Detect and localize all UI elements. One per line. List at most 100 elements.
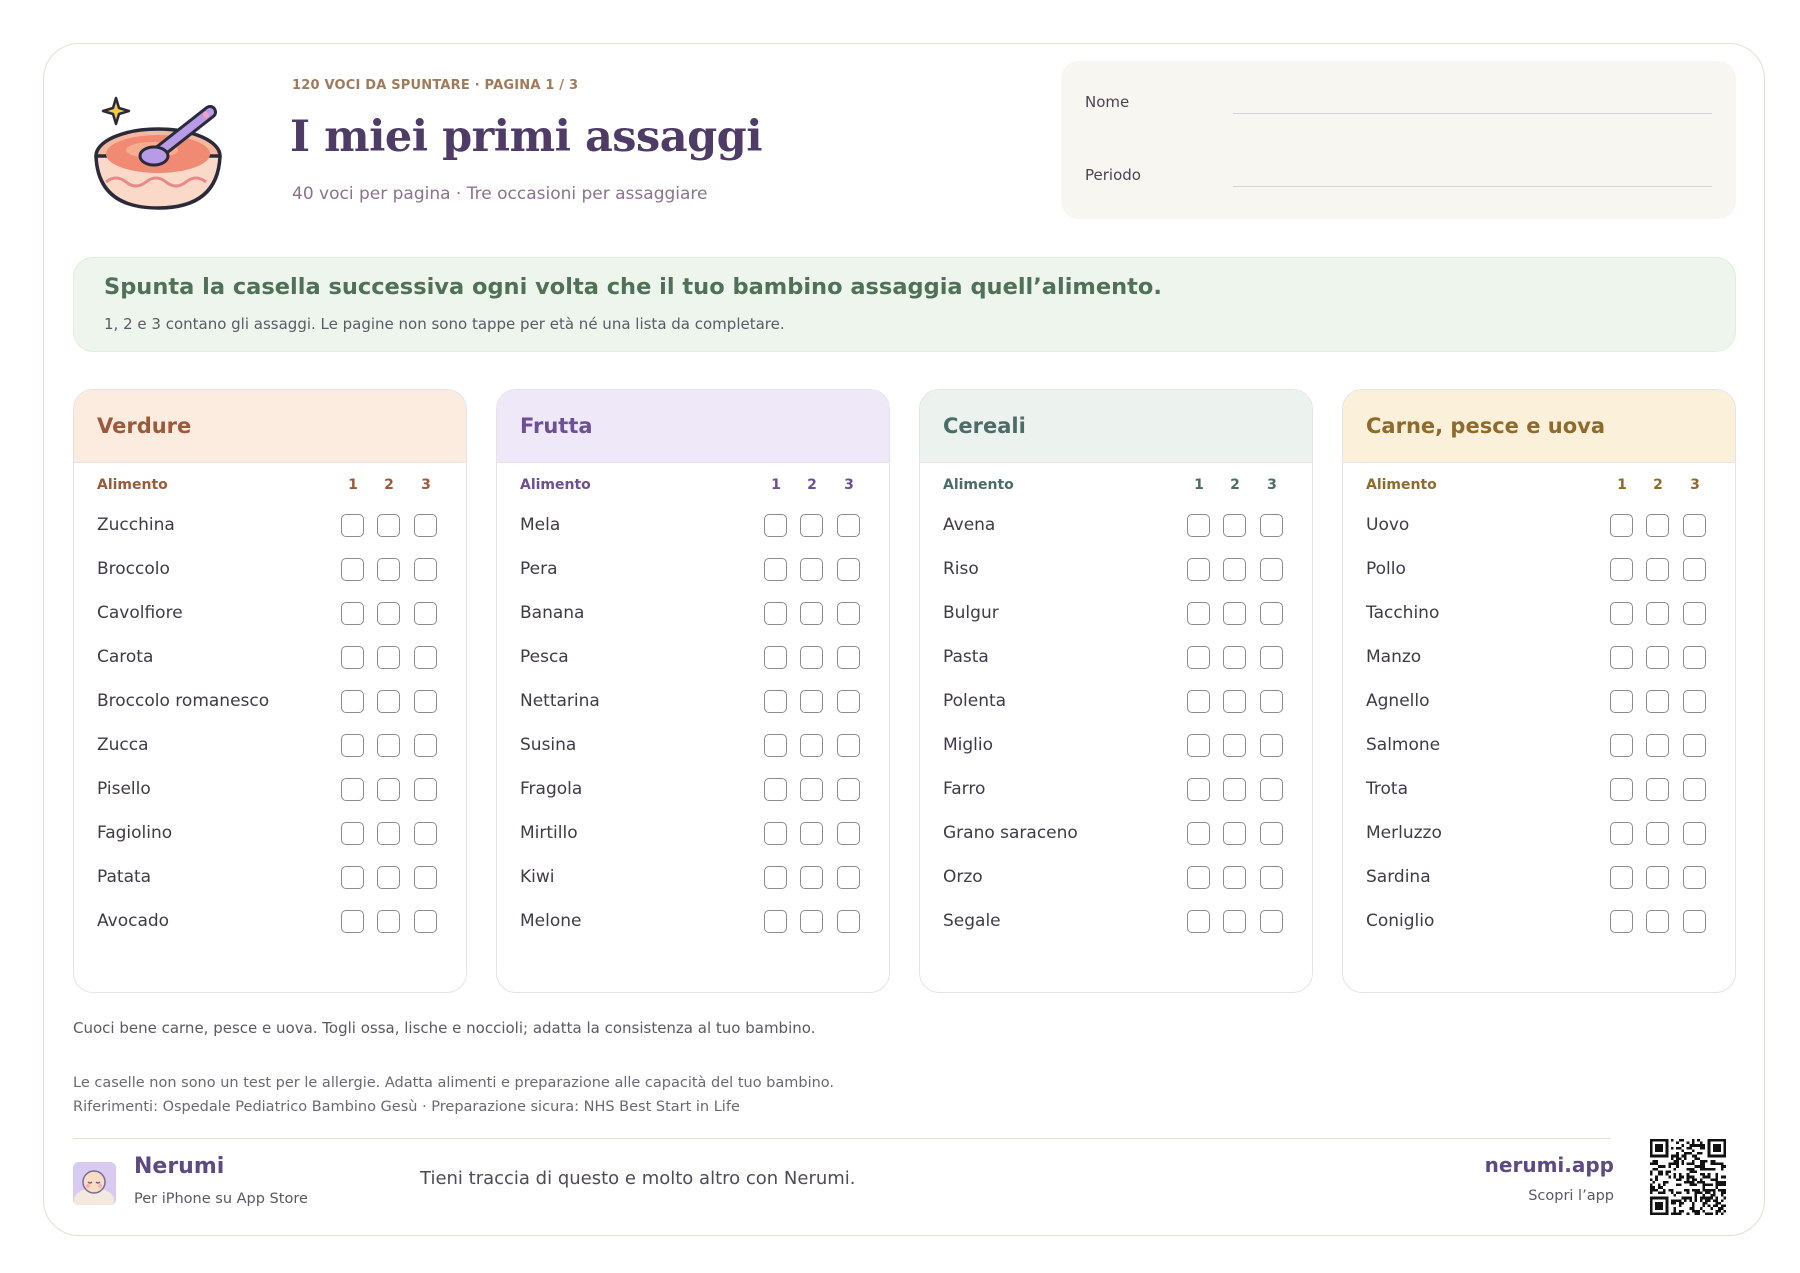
taste-checkbox-1[interactable]: [1610, 734, 1633, 757]
taste-checkbox-2[interactable]: [1223, 690, 1246, 713]
taste-checkbox-1[interactable]: [1187, 866, 1210, 889]
taste-checkbox-1[interactable]: [341, 690, 364, 713]
taste-checkbox-3[interactable]: [1683, 690, 1706, 713]
taste-checkbox-2[interactable]: [1646, 734, 1669, 757]
taste-checkbox-1[interactable]: [341, 866, 364, 889]
taste-checkbox-3[interactable]: [1683, 866, 1706, 889]
taste-checkbox-2[interactable]: [1646, 646, 1669, 669]
taste-checkbox-1[interactable]: [341, 910, 364, 933]
taste-checkbox-2[interactable]: [377, 514, 400, 537]
taste-checkbox-1[interactable]: [764, 910, 787, 933]
taste-checkbox-3[interactable]: [414, 778, 437, 801]
taste-checkbox-1[interactable]: [764, 778, 787, 801]
taste-checkbox-1[interactable]: [1187, 778, 1210, 801]
taste-checkbox-3[interactable]: [414, 734, 437, 757]
taste-checkbox-1[interactable]: [1187, 514, 1210, 537]
taste-checkbox-3[interactable]: [1260, 690, 1283, 713]
taste-checkbox-1[interactable]: [1610, 822, 1633, 845]
taste-checkbox-1[interactable]: [341, 778, 364, 801]
taste-checkbox-3[interactable]: [837, 910, 860, 933]
taste-checkbox-3[interactable]: [837, 602, 860, 625]
taste-checkbox-3[interactable]: [414, 514, 437, 537]
taste-checkbox-2[interactable]: [1223, 602, 1246, 625]
taste-checkbox-1[interactable]: [1187, 822, 1210, 845]
taste-checkbox-1[interactable]: [1610, 514, 1633, 537]
taste-checkbox-3[interactable]: [837, 514, 860, 537]
taste-checkbox-1[interactable]: [1610, 866, 1633, 889]
taste-checkbox-2[interactable]: [1223, 734, 1246, 757]
taste-checkbox-2[interactable]: [1223, 866, 1246, 889]
taste-checkbox-1[interactable]: [341, 822, 364, 845]
taste-checkbox-1[interactable]: [764, 866, 787, 889]
taste-checkbox-1[interactable]: [1610, 646, 1633, 669]
taste-checkbox-3[interactable]: [1683, 646, 1706, 669]
taste-checkbox-3[interactable]: [837, 866, 860, 889]
taste-checkbox-1[interactable]: [764, 646, 787, 669]
taste-checkbox-2[interactable]: [800, 910, 823, 933]
taste-checkbox-1[interactable]: [1610, 558, 1633, 581]
taste-checkbox-2[interactable]: [1646, 910, 1669, 933]
taste-checkbox-2[interactable]: [800, 690, 823, 713]
taste-checkbox-2[interactable]: [800, 734, 823, 757]
taste-checkbox-3[interactable]: [414, 602, 437, 625]
taste-checkbox-2[interactable]: [377, 558, 400, 581]
taste-checkbox-3[interactable]: [414, 866, 437, 889]
taste-checkbox-1[interactable]: [764, 690, 787, 713]
taste-checkbox-1[interactable]: [1610, 602, 1633, 625]
taste-checkbox-1[interactable]: [341, 602, 364, 625]
name-field[interactable]: [1233, 113, 1712, 114]
taste-checkbox-3[interactable]: [1260, 646, 1283, 669]
taste-checkbox-1[interactable]: [1187, 646, 1210, 669]
taste-checkbox-2[interactable]: [1223, 778, 1246, 801]
taste-checkbox-3[interactable]: [1683, 910, 1706, 933]
taste-checkbox-3[interactable]: [837, 778, 860, 801]
taste-checkbox-1[interactable]: [1187, 558, 1210, 581]
taste-checkbox-1[interactable]: [764, 558, 787, 581]
taste-checkbox-1[interactable]: [341, 646, 364, 669]
taste-checkbox-3[interactable]: [414, 646, 437, 669]
taste-checkbox-3[interactable]: [1260, 822, 1283, 845]
taste-checkbox-2[interactable]: [377, 822, 400, 845]
taste-checkbox-3[interactable]: [1260, 558, 1283, 581]
taste-checkbox-1[interactable]: [1610, 910, 1633, 933]
taste-checkbox-3[interactable]: [414, 690, 437, 713]
taste-checkbox-2[interactable]: [377, 646, 400, 669]
taste-checkbox-3[interactable]: [1683, 558, 1706, 581]
website-link[interactable]: nerumi.app: [1485, 1153, 1614, 1177]
taste-checkbox-3[interactable]: [1683, 514, 1706, 537]
taste-checkbox-2[interactable]: [800, 646, 823, 669]
taste-checkbox-2[interactable]: [800, 558, 823, 581]
taste-checkbox-2[interactable]: [1646, 822, 1669, 845]
taste-checkbox-3[interactable]: [1683, 734, 1706, 757]
taste-checkbox-1[interactable]: [764, 734, 787, 757]
taste-checkbox-3[interactable]: [1683, 602, 1706, 625]
taste-checkbox-2[interactable]: [800, 602, 823, 625]
taste-checkbox-2[interactable]: [1646, 778, 1669, 801]
taste-checkbox-2[interactable]: [377, 602, 400, 625]
taste-checkbox-3[interactable]: [1260, 602, 1283, 625]
taste-checkbox-3[interactable]: [1260, 778, 1283, 801]
taste-checkbox-3[interactable]: [837, 558, 860, 581]
taste-checkbox-3[interactable]: [837, 822, 860, 845]
taste-checkbox-1[interactable]: [764, 602, 787, 625]
taste-checkbox-1[interactable]: [764, 822, 787, 845]
taste-checkbox-2[interactable]: [1223, 822, 1246, 845]
taste-checkbox-1[interactable]: [341, 514, 364, 537]
taste-checkbox-2[interactable]: [377, 734, 400, 757]
taste-checkbox-1[interactable]: [1187, 734, 1210, 757]
taste-checkbox-2[interactable]: [800, 866, 823, 889]
taste-checkbox-3[interactable]: [837, 734, 860, 757]
taste-checkbox-3[interactable]: [1260, 910, 1283, 933]
taste-checkbox-2[interactable]: [377, 866, 400, 889]
taste-checkbox-2[interactable]: [377, 910, 400, 933]
taste-checkbox-2[interactable]: [1646, 690, 1669, 713]
qr-code-icon[interactable]: [1650, 1139, 1726, 1215]
taste-checkbox-1[interactable]: [341, 734, 364, 757]
taste-checkbox-1[interactable]: [341, 558, 364, 581]
taste-checkbox-3[interactable]: [414, 910, 437, 933]
taste-checkbox-3[interactable]: [414, 558, 437, 581]
taste-checkbox-2[interactable]: [800, 822, 823, 845]
taste-checkbox-3[interactable]: [837, 690, 860, 713]
taste-checkbox-2[interactable]: [1646, 866, 1669, 889]
taste-checkbox-2[interactable]: [1223, 910, 1246, 933]
